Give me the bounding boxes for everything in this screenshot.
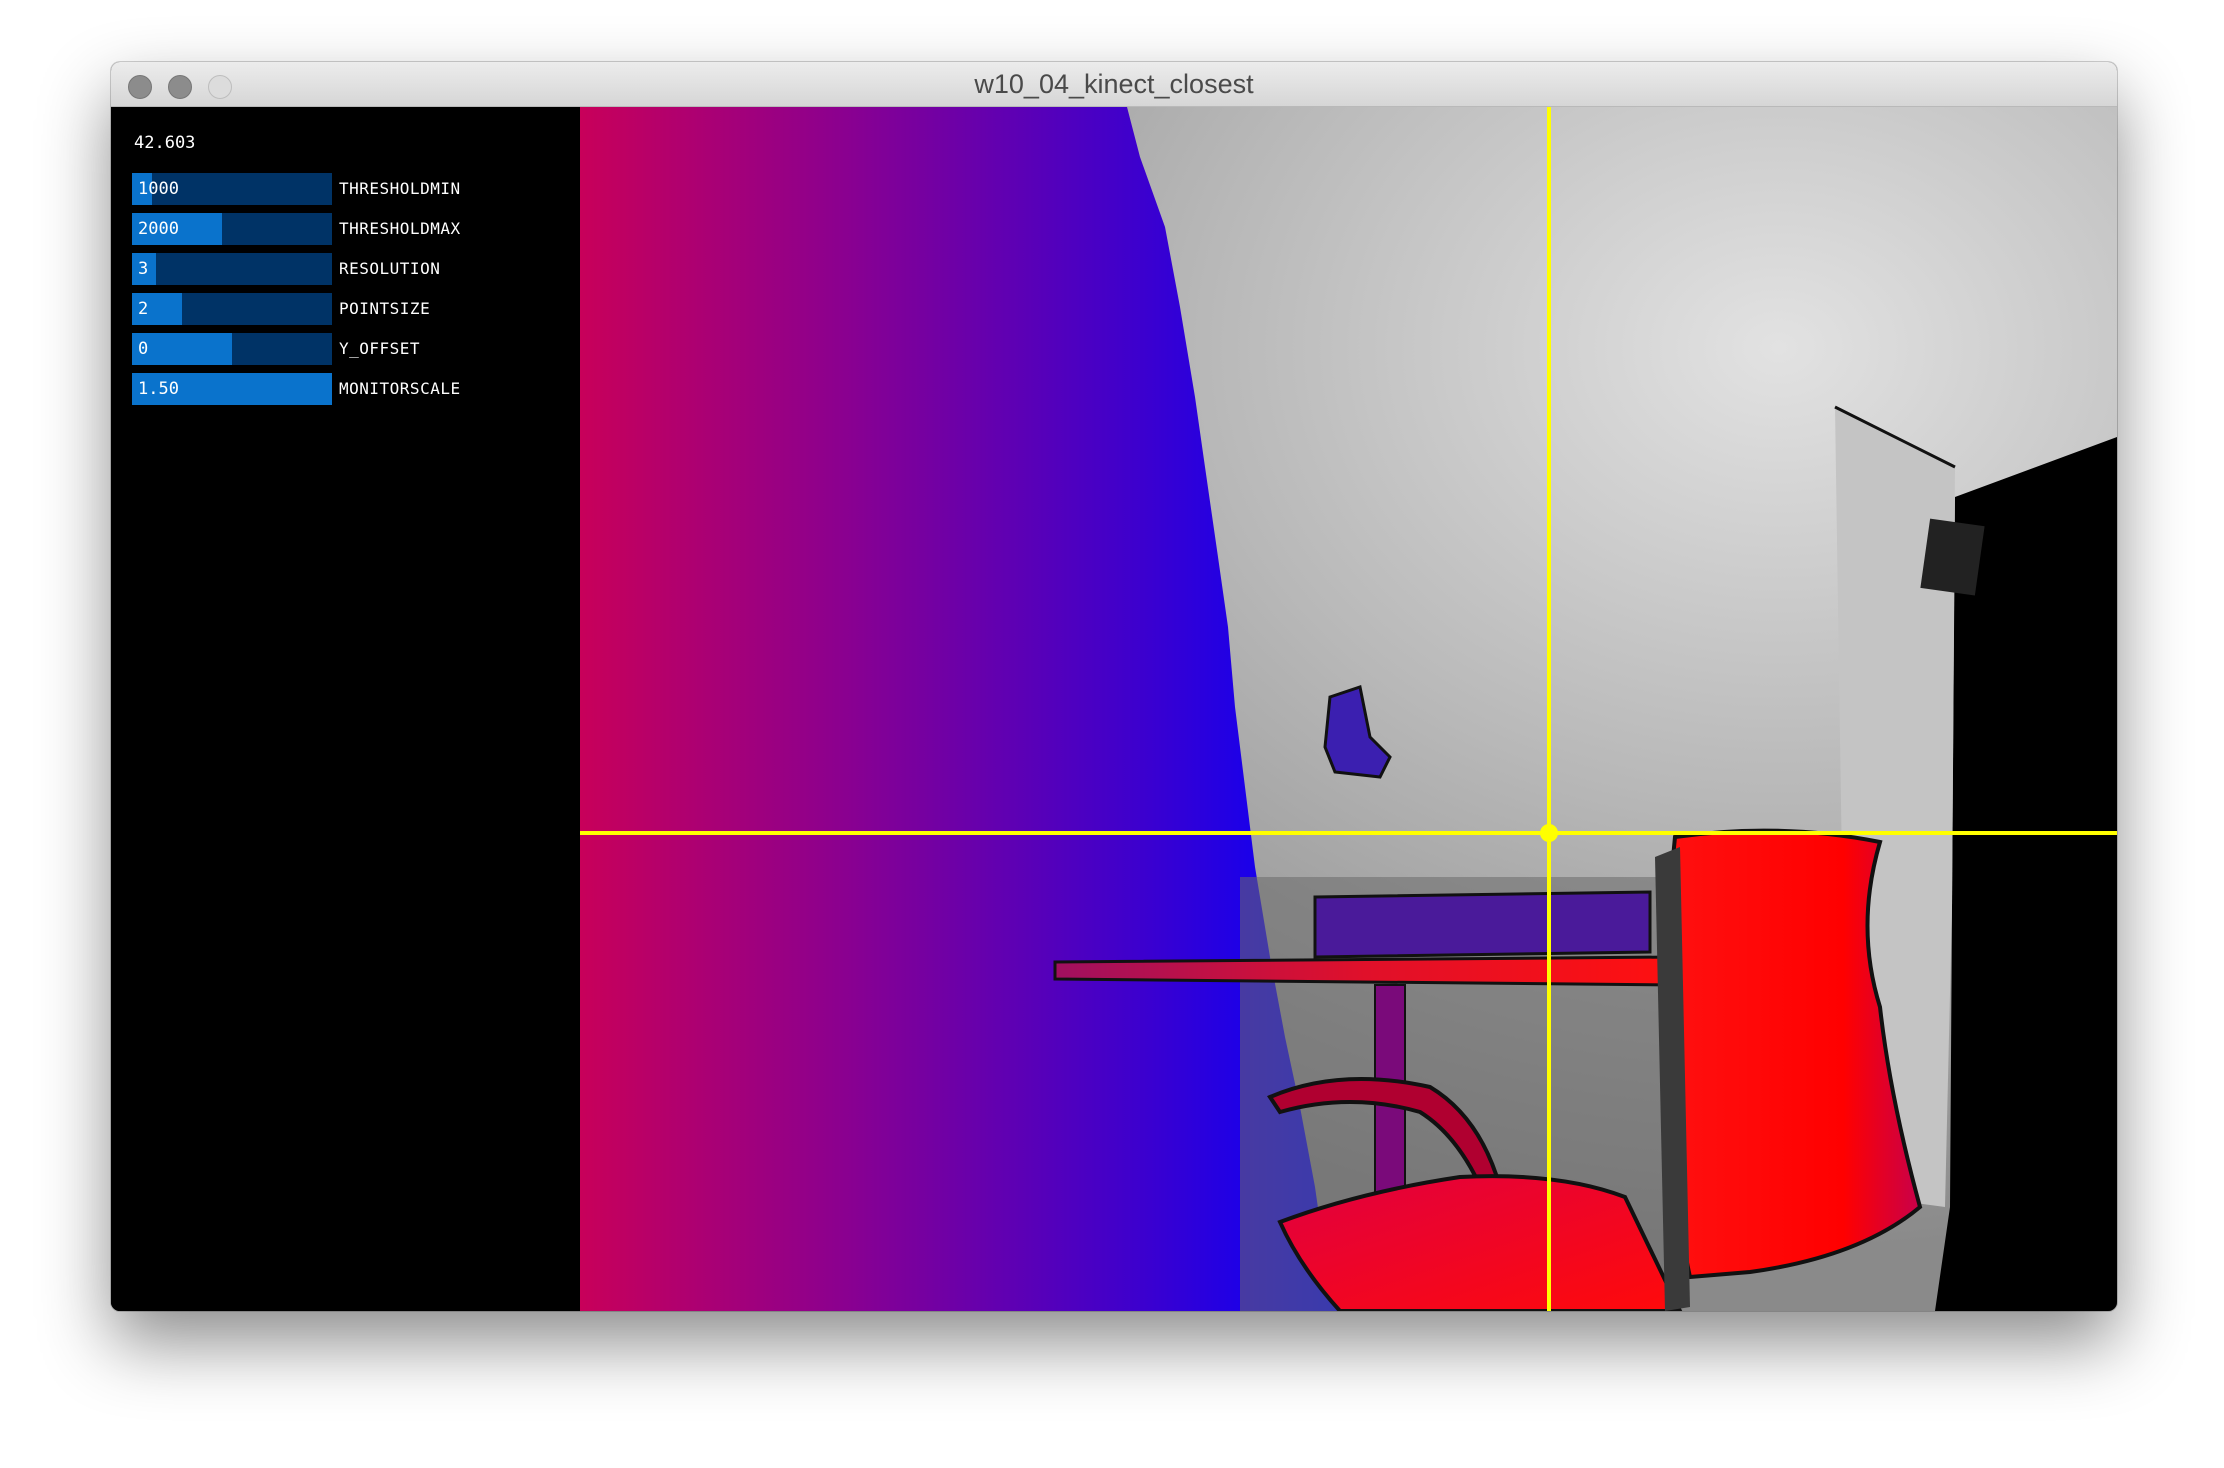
slider-label: RESOLUTION [339,259,441,278]
slider-label: THRESHOLDMIN [339,179,461,198]
slider-value: 2000 [138,219,179,239]
slider-value: 3 [138,259,149,279]
slider-value: 1.50 [138,379,179,399]
closest-point-marker [1540,824,1558,842]
slider-track[interactable]: 2 [132,293,332,325]
slider-value: 0 [138,339,149,359]
framerate-readout: 42.603 [134,133,196,153]
slider-track[interactable]: 1.50 [132,373,332,405]
app-window: w10_04_kinect_closest 42.603 1000 THRESH… [111,62,2117,1311]
title-bar[interactable]: w10_04_kinect_closest [111,62,2117,107]
slider-label: POINTSIZE [339,299,431,318]
slider-label: Y_OFFSET [339,339,421,358]
table-top [1053,955,1677,987]
slider-label: THRESHOLDMAX [339,219,461,238]
slider-track[interactable]: 2000 [132,213,332,245]
depth-image [580,107,2117,1311]
vent-grille [1920,518,1985,596]
window-title: w10_04_kinect_closest [974,69,1254,99]
control-panel: 42.603 1000 THRESHOLDMIN 2000 THRESHOLDM… [111,107,580,1311]
slider-track[interactable]: 1000 [132,173,332,205]
slider-value: 1000 [138,179,179,199]
sketch-canvas: 42.603 1000 THRESHOLDMIN 2000 THRESHOLDM… [111,107,2117,1311]
slider-track[interactable]: 3 [132,253,332,285]
depth-image-view[interactable] [580,107,2117,1311]
monitor-on-table [1313,890,1652,959]
slider-label: MONITORSCALE [339,379,461,398]
slider-value: 2 [138,299,149,319]
slider-track[interactable]: 0 [132,333,332,365]
